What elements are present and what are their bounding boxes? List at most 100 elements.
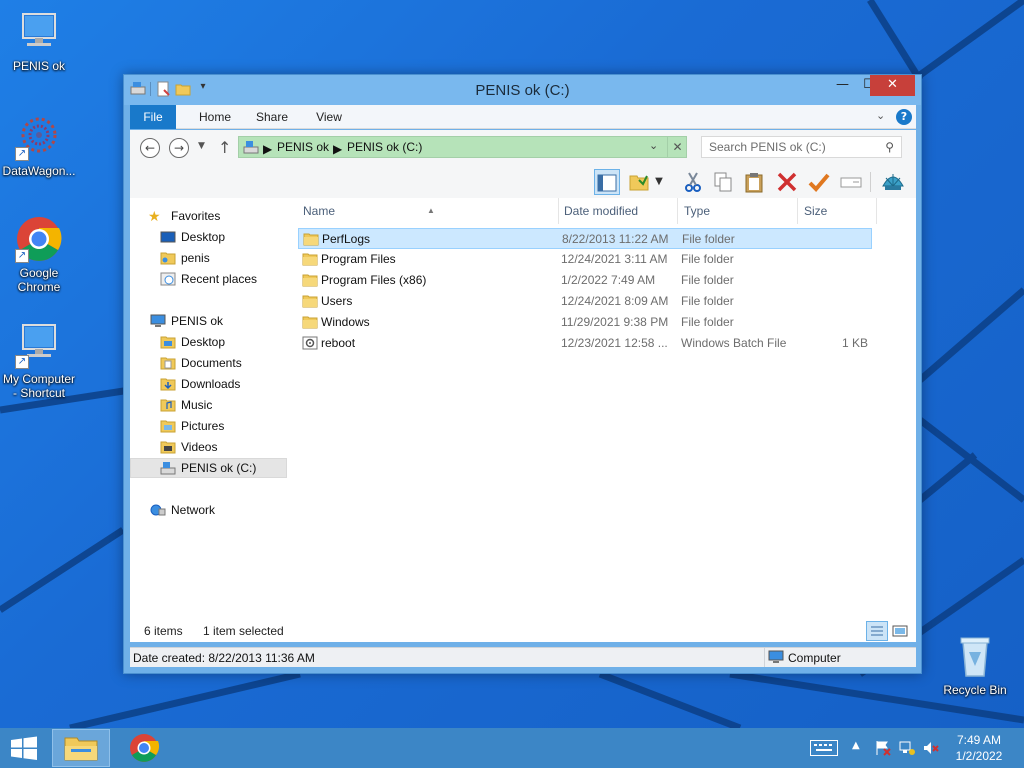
start-button[interactable] bbox=[0, 728, 48, 768]
desktop-icon-datawagon[interactable]: ↗ DataWagon... bbox=[0, 113, 78, 178]
nav-pc-documents[interactable]: Documents bbox=[130, 353, 287, 373]
breadcrumb-chevron-icon[interactable]: ▶ bbox=[263, 142, 272, 156]
tab-home[interactable]: Home bbox=[188, 105, 242, 129]
search-input[interactable]: Search PENIS ok (C:) ⚲ bbox=[701, 136, 902, 158]
nav-pc-videos[interactable]: Videos bbox=[130, 437, 287, 457]
folder-icon bbox=[160, 335, 176, 349]
search-icon[interactable]: ⚲ bbox=[885, 137, 894, 157]
nav-favorites[interactable]: ★ Favorites bbox=[130, 206, 287, 226]
folder-icon bbox=[302, 294, 318, 308]
close-button[interactable]: ✕ bbox=[870, 75, 915, 96]
volume-muted-icon[interactable] bbox=[922, 739, 940, 757]
preview-pane-icon[interactable] bbox=[594, 169, 620, 195]
nav-network[interactable]: Network bbox=[130, 500, 287, 520]
taskbar-clock[interactable]: 7:49 AM 1/2/2022 bbox=[944, 732, 1014, 764]
column-divider[interactable] bbox=[876, 198, 877, 224]
file-date-modified: 12/24/2021 8:09 AM bbox=[561, 294, 669, 308]
paste-icon[interactable] bbox=[741, 169, 767, 195]
details-view-icon[interactable] bbox=[866, 621, 888, 641]
desktop-icon-label: PENIS ok bbox=[12, 59, 66, 73]
desktop-icon-this-pc[interactable]: PENIS ok bbox=[0, 8, 78, 73]
column-header-date-modified[interactable]: Date modified bbox=[564, 204, 638, 226]
folder-options-chevron-icon[interactable]: ▼ bbox=[652, 169, 666, 195]
copy-icon[interactable] bbox=[710, 169, 736, 195]
rename-icon[interactable] bbox=[838, 169, 864, 195]
file-size: 1 KB bbox=[841, 336, 868, 350]
cut-icon[interactable] bbox=[680, 169, 706, 195]
show-hidden-icons-icon[interactable]: ▲ bbox=[852, 740, 860, 751]
nav-pc-downloads[interactable]: Downloads bbox=[130, 374, 287, 394]
downloads-folder-icon bbox=[160, 377, 176, 391]
touch-keyboard-icon[interactable] bbox=[810, 740, 838, 756]
status-selection-count: 1 item selected bbox=[203, 624, 284, 638]
network-icon bbox=[150, 503, 166, 517]
breadcrumb-this-pc[interactable]: PENIS ok bbox=[277, 140, 329, 154]
shell-icon[interactable] bbox=[880, 169, 906, 195]
nav-label: Recent places bbox=[181, 272, 258, 286]
network-status-icon[interactable] bbox=[898, 739, 916, 757]
address-history-chevron-icon[interactable]: ⌄ bbox=[649, 139, 658, 152]
batch-file-icon bbox=[302, 336, 318, 350]
column-divider[interactable] bbox=[677, 198, 678, 224]
breadcrumb-drive-c[interactable]: PENIS ok (C:) bbox=[347, 140, 422, 154]
nav-favorites-recent-places[interactable]: Recent places bbox=[130, 269, 287, 289]
action-center-flag-icon[interactable] bbox=[874, 739, 892, 757]
user-folder-icon bbox=[160, 251, 176, 265]
help-icon[interactable]: ? bbox=[896, 109, 912, 125]
minimize-button[interactable]: — bbox=[829, 75, 856, 96]
tab-file[interactable]: File bbox=[130, 105, 176, 129]
nav-label: Desktop bbox=[181, 335, 226, 349]
column-header-type[interactable]: Type bbox=[684, 204, 710, 226]
nav-pc-drive-c[interactable]: PENIS ok (C:) bbox=[130, 458, 287, 478]
column-divider[interactable] bbox=[558, 198, 559, 224]
nav-this-pc[interactable]: PENIS ok bbox=[130, 311, 287, 331]
nav-pc-pictures[interactable]: Pictures bbox=[130, 416, 287, 436]
computer-icon bbox=[768, 650, 784, 664]
folder-options-icon[interactable] bbox=[626, 169, 652, 195]
file-date-modified: 8/22/2013 11:22 AM bbox=[562, 232, 669, 246]
table-row[interactable]: reboot 12/23/2021 12:58 ... Windows Batch … bbox=[298, 333, 872, 354]
location-text: Computer bbox=[788, 651, 841, 665]
clear-address-icon[interactable]: ✕ bbox=[667, 137, 687, 157]
nav-favorites-desktop[interactable]: Desktop bbox=[130, 227, 287, 247]
nav-label: PENIS ok bbox=[171, 314, 224, 328]
table-row[interactable]: Program Files 12/24/2021 3:11 AM File fold… bbox=[298, 249, 872, 270]
column-header-name[interactable]: Name ▲ bbox=[303, 204, 435, 226]
taskbar-file-explorer[interactable] bbox=[52, 729, 110, 767]
nav-pc-desktop[interactable]: Desktop bbox=[130, 332, 287, 352]
breadcrumb-chevron-icon[interactable]: ▶ bbox=[333, 142, 342, 156]
details-bar: Date created: 8/22/2013 11:36 AM Compute… bbox=[130, 647, 916, 667]
tab-view[interactable]: View bbox=[306, 105, 352, 129]
nav-label: Pictures bbox=[181, 419, 225, 433]
desktop-icon-my-computer-shortcut[interactable]: ↗ My Computer - Shortcut bbox=[0, 321, 78, 400]
table-row[interactable]: Windows 11/29/2021 9:38 PM File folder bbox=[298, 312, 872, 333]
table-row[interactable]: Users 12/24/2021 8:09 AM File folder bbox=[298, 291, 872, 312]
nav-pc-music[interactable]: Music bbox=[130, 395, 287, 415]
column-header-size[interactable]: Size bbox=[804, 204, 827, 226]
table-row[interactable]: Program Files (x86) 1/2/2022 7:49 AM File … bbox=[298, 270, 872, 291]
forward-button[interactable]: → bbox=[169, 138, 189, 158]
back-button[interactable]: ← bbox=[140, 138, 160, 158]
column-divider[interactable] bbox=[797, 198, 798, 224]
file-type: File folder bbox=[681, 252, 734, 266]
taskbar-chrome[interactable] bbox=[118, 729, 170, 767]
expand-ribbon-icon[interactable]: ⌄ bbox=[876, 109, 890, 122]
large-icons-view-icon[interactable] bbox=[891, 622, 909, 640]
checkmark-icon[interactable] bbox=[806, 169, 832, 195]
up-arrow-icon[interactable]: ↑ bbox=[218, 138, 231, 157]
title-bar[interactable]: ▾ PENIS ok (C:) — ☐ ✕ bbox=[124, 75, 921, 105]
nav-favorites-penis[interactable]: penis bbox=[130, 248, 287, 268]
desktop-icon-recycle-bin[interactable]: Recycle Bin bbox=[936, 632, 1014, 697]
recent-locations-chevron-icon[interactable]: ▼ bbox=[198, 141, 205, 151]
navigation-pane: ★ Favorites Desktop penis Recent places … bbox=[130, 198, 288, 642]
shortcut-arrow-icon: ↗ bbox=[15, 355, 29, 369]
file-name: Users bbox=[321, 294, 353, 308]
address-bar[interactable]: ▶ PENIS ok ▶ PENIS ok (C:) ⌄ ✕ bbox=[238, 136, 687, 158]
desktop-icon-chrome[interactable]: ↗ Google Chrome bbox=[0, 215, 78, 294]
explorer-window[interactable]: ▾ PENIS ok (C:) — ☐ ✕ File Home Share Vi… bbox=[123, 74, 922, 674]
file-date-modified: 11/29/2021 9:38 PM bbox=[561, 315, 669, 329]
table-row[interactable]: PerfLogs 8/22/2013 11:22 AM File folder bbox=[298, 228, 872, 249]
computer-icon bbox=[150, 314, 166, 328]
tab-share[interactable]: Share bbox=[247, 105, 297, 129]
delete-icon[interactable] bbox=[774, 169, 800, 195]
